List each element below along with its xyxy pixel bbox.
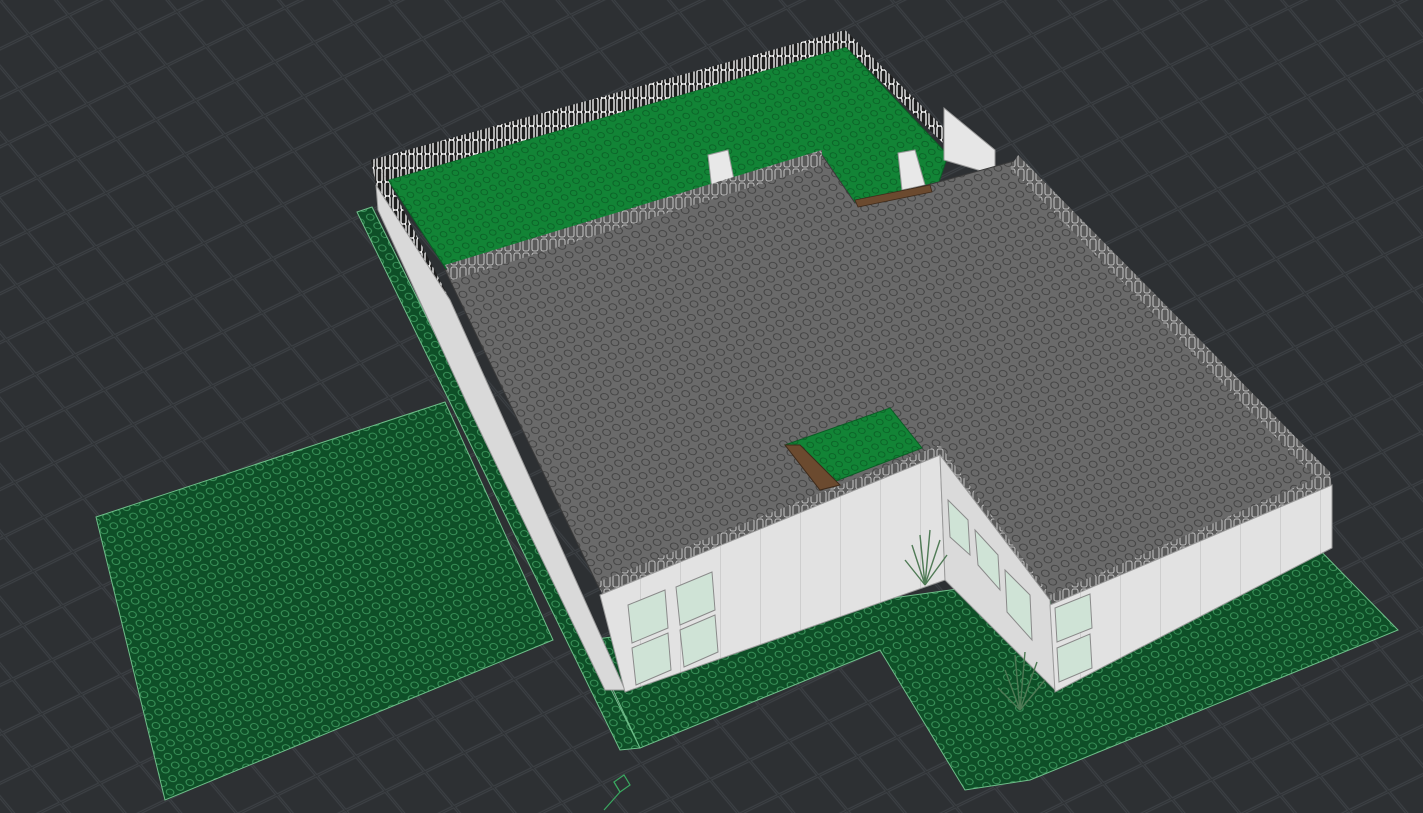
scene-canvas[interactable] — [0, 0, 1423, 813]
3d-viewport[interactable] — [0, 0, 1423, 813]
